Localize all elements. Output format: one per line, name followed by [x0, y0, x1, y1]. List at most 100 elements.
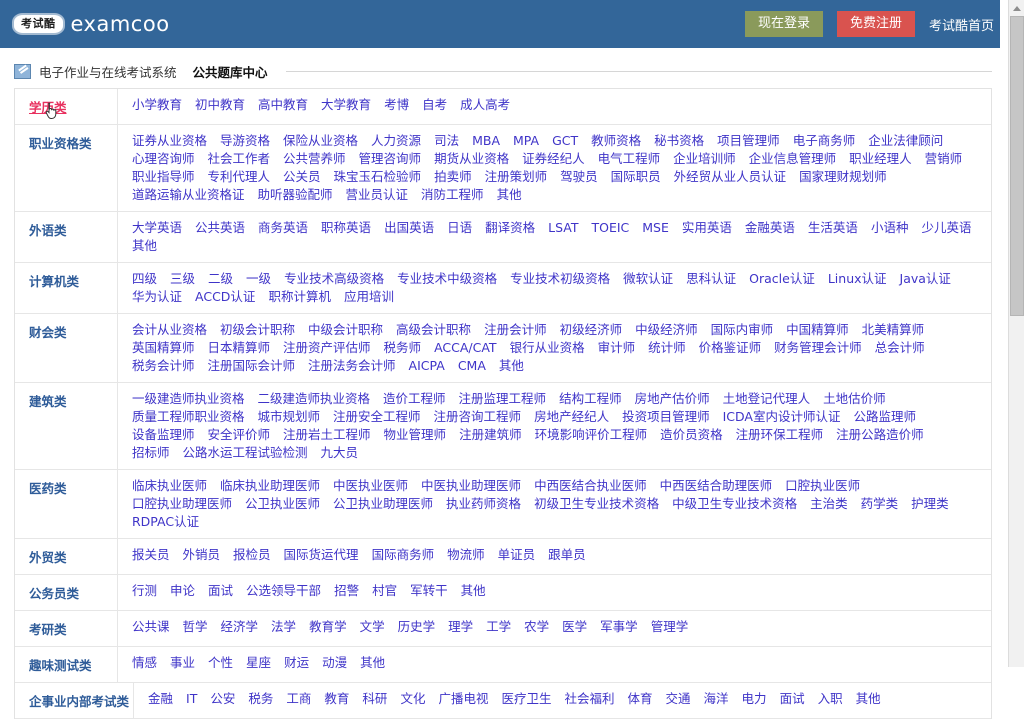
category-link[interactable]: 大学英语: [132, 219, 182, 236]
category-link[interactable]: 微软认证: [623, 270, 673, 287]
category-link[interactable]: 银行从业资格: [510, 339, 585, 356]
category-link[interactable]: 公安: [210, 690, 235, 707]
category-label-11[interactable]: 企事业内部考试类: [15, 683, 134, 718]
category-link[interactable]: 司法: [434, 132, 459, 149]
category-link[interactable]: 外经贸从业人员认证: [674, 168, 787, 185]
category-link[interactable]: 初级卫生专业技术资格: [534, 495, 659, 512]
category-link[interactable]: 入职: [818, 690, 843, 707]
category-link[interactable]: 公共英语: [195, 219, 245, 236]
category-link[interactable]: 面试: [208, 582, 233, 599]
category-link[interactable]: 职称计算机: [268, 288, 331, 305]
category-link[interactable]: 管理咨询师: [359, 150, 422, 167]
category-link[interactable]: 考博: [384, 96, 409, 113]
category-link[interactable]: 环境影响评价工程师: [535, 426, 648, 443]
category-link[interactable]: 二级建造师执业资格: [258, 390, 371, 407]
category-link[interactable]: 土地登记代理人: [723, 390, 811, 407]
category-link[interactable]: 一级建造师执业资格: [132, 390, 245, 407]
category-link[interactable]: AICPA: [409, 357, 445, 374]
category-link[interactable]: 房地产估价师: [635, 390, 710, 407]
category-link[interactable]: 金融: [148, 690, 173, 707]
category-link[interactable]: LSAT: [548, 219, 578, 236]
category-link[interactable]: 中西医结合助理医师: [660, 477, 773, 494]
category-link[interactable]: 医学: [562, 618, 587, 635]
category-link[interactable]: 四级: [132, 270, 157, 287]
category-label-4[interactable]: 财会类: [15, 314, 118, 382]
category-link[interactable]: 行测: [132, 582, 157, 599]
category-link[interactable]: 驾驶员: [560, 168, 598, 185]
category-link[interactable]: 工商: [286, 690, 311, 707]
category-link[interactable]: 其他: [856, 690, 881, 707]
category-link[interactable]: 应用培训: [344, 288, 394, 305]
category-link[interactable]: 军事学: [600, 618, 638, 635]
category-label-2[interactable]: 外语类: [15, 212, 118, 262]
category-link[interactable]: 企业法律顾问: [868, 132, 943, 149]
category-link[interactable]: 中医执业医师: [333, 477, 408, 494]
category-link[interactable]: 文学: [360, 618, 385, 635]
category-link[interactable]: CMA: [458, 357, 486, 374]
category-link[interactable]: 初级会计职称: [220, 321, 295, 338]
category-link[interactable]: 商务英语: [258, 219, 308, 236]
category-link[interactable]: 哲学: [183, 618, 208, 635]
category-link[interactable]: 高中教育: [258, 96, 308, 113]
category-link[interactable]: 其他: [497, 186, 522, 203]
category-link[interactable]: 物流师: [447, 546, 485, 563]
category-link[interactable]: Oracle认证: [749, 270, 815, 287]
category-link[interactable]: 公共课: [132, 618, 170, 635]
category-link[interactable]: 珠宝玉石检验师: [334, 168, 422, 185]
login-button[interactable]: 现在登录: [745, 11, 823, 37]
category-link[interactable]: 国际商务师: [372, 546, 435, 563]
category-link[interactable]: 公路监理师: [853, 408, 916, 425]
category-link[interactable]: 药学类: [861, 495, 899, 512]
category-link[interactable]: 企业培训师: [673, 150, 736, 167]
category-link[interactable]: 注册岩土工程师: [283, 426, 371, 443]
category-link[interactable]: 外销员: [183, 546, 221, 563]
category-link[interactable]: 公卫执业助理医师: [333, 495, 433, 512]
category-link[interactable]: 国际职员: [611, 168, 661, 185]
category-link[interactable]: 面试: [780, 690, 805, 707]
category-link[interactable]: 结构工程师: [559, 390, 622, 407]
category-link[interactable]: 社会工作者: [208, 150, 271, 167]
category-link[interactable]: IT: [186, 690, 197, 707]
category-link[interactable]: 执业药师资格: [446, 495, 521, 512]
category-link[interactable]: 护理类: [911, 495, 949, 512]
scroll-up-arrow[interactable]: [1009, 0, 1024, 16]
category-link[interactable]: 国际内审师: [711, 321, 774, 338]
category-link[interactable]: 电力: [742, 690, 767, 707]
page-scrollbar[interactable]: [1008, 0, 1024, 667]
category-link[interactable]: 土地估价师: [823, 390, 886, 407]
category-link[interactable]: 管理学: [651, 618, 689, 635]
category-link[interactable]: 教育学: [309, 618, 347, 635]
category-link[interactable]: 注册会计师: [484, 321, 547, 338]
category-link[interactable]: 教育: [324, 690, 349, 707]
category-link[interactable]: 注册国际会计师: [208, 357, 296, 374]
category-link[interactable]: 中西医结合执业医师: [534, 477, 647, 494]
category-link[interactable]: 注册咨询工程师: [434, 408, 522, 425]
category-label-7[interactable]: 外贸类: [15, 539, 118, 574]
category-link[interactable]: 事业: [170, 654, 195, 671]
category-link[interactable]: 金融英语: [745, 219, 795, 236]
category-link[interactable]: 税务师: [384, 339, 422, 356]
category-link[interactable]: 思科认证: [686, 270, 736, 287]
category-link[interactable]: 临床执业助理医师: [220, 477, 320, 494]
category-link[interactable]: 注册公路造价师: [836, 426, 924, 443]
category-link[interactable]: 初级经济师: [560, 321, 623, 338]
category-link[interactable]: 历史学: [398, 618, 436, 635]
category-link[interactable]: 理学: [448, 618, 473, 635]
category-link[interactable]: 大学教育: [321, 96, 371, 113]
category-link[interactable]: 九大员: [321, 444, 359, 461]
category-link[interactable]: 招标师: [132, 444, 170, 461]
category-link[interactable]: 一级: [246, 270, 271, 287]
category-link[interactable]: 临床执业医师: [132, 477, 207, 494]
category-label-8[interactable]: 公务员类: [15, 575, 118, 610]
category-link[interactable]: 单证员: [498, 546, 536, 563]
category-link[interactable]: 主治类: [810, 495, 848, 512]
category-link[interactable]: 道路运输从业资格证: [132, 186, 245, 203]
category-label-9[interactable]: 考研类: [15, 611, 118, 646]
category-link[interactable]: 中国精算师: [786, 321, 849, 338]
category-link[interactable]: ICDA室内设计师认证: [723, 408, 841, 425]
category-link[interactable]: 期货从业资格: [434, 150, 509, 167]
category-link[interactable]: 个性: [208, 654, 233, 671]
category-link[interactable]: 情感: [132, 654, 157, 671]
category-link[interactable]: 国家理财规划师: [799, 168, 887, 185]
category-link[interactable]: 成人高考: [460, 96, 510, 113]
